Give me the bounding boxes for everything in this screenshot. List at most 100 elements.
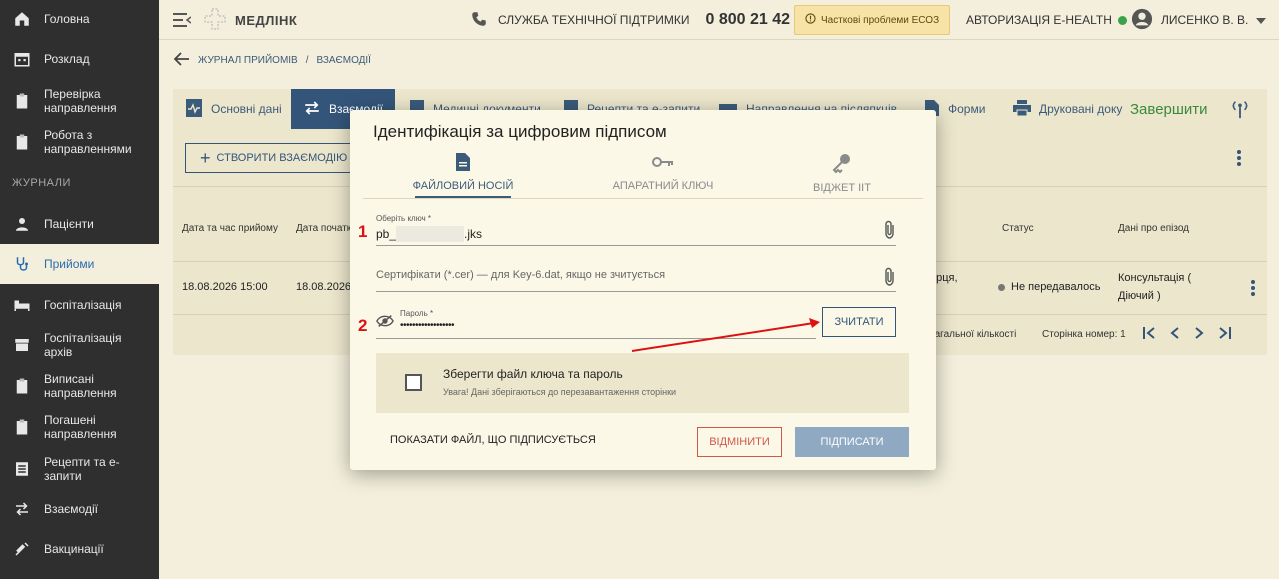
paperclip-icon[interactable] <box>884 267 896 292</box>
sidebar-item-label: Прийоми <box>44 257 95 271</box>
warning-text: Часткові проблеми ЕСОЗ <box>821 14 940 26</box>
paperclip-icon[interactable] <box>884 220 896 245</box>
sidebar-item-hospitalization[interactable]: Госпіталізація <box>0 294 159 316</box>
row-more-icon[interactable] <box>1250 268 1256 308</box>
phone-icon <box>470 10 488 31</box>
last-page-icon[interactable] <box>1218 327 1232 342</box>
printer-icon <box>1013 99 1031 119</box>
sidebar-item-label: Погашені направлення <box>44 413 117 441</box>
col-header-date[interactable]: Дата та час прийому <box>182 223 278 234</box>
read-button[interactable]: ЗЧИТАТИ <box>822 307 896 337</box>
key-icon <box>652 152 674 175</box>
sidebar-item-referrals-work[interactable]: Робота з направленнями <box>0 127 159 157</box>
tab-iit-widget[interactable]: ВІДЖЕТ ІІТ <box>762 152 922 198</box>
pager-total: загальної кількості <box>930 329 1017 340</box>
breadcrumb-separator: / <box>305 55 309 66</box>
support-label: СЛУЖБА ТЕХНІЧНОЇ ПІДТРИМКИ <box>498 13 690 27</box>
save-key-note: Увага! Дані зберігаються до перезавантаж… <box>443 387 677 397</box>
sidebar-item-patients[interactable]: Пацієнти <box>0 213 159 235</box>
sidebar-item-issued-referrals[interactable]: Виписані направлення <box>0 371 159 401</box>
more-vert-icon[interactable] <box>1236 138 1242 178</box>
key-file-field[interactable]: Оберіть ключ * pb_ .jks <box>376 214 896 246</box>
document-pulse-icon <box>185 98 203 121</box>
signal-icon[interactable] <box>1229 89 1251 129</box>
archive-icon <box>12 335 32 355</box>
sidebar: Головна Розклад Перевірка направлення Ро… <box>0 0 159 579</box>
home-icon <box>12 9 32 29</box>
plus-icon: + <box>200 148 211 168</box>
file-icon <box>455 152 471 175</box>
breadcrumb-link[interactable]: ЖУРНАЛ ПРИЙОМІВ <box>198 55 298 66</box>
status-badge: Не передавалось <box>998 281 1100 293</box>
tab-file-carrier[interactable]: ФАЙЛОВИЙ НОСІЙ <box>383 152 543 198</box>
sidebar-item-label: Пацієнти <box>44 217 94 231</box>
cell-status: Не передавалось <box>1011 281 1101 293</box>
create-interaction-button[interactable]: + СТВОРИТИ ВЗАЄМОДІЮ <box>185 143 365 173</box>
sidebar-item-label: Розклад <box>44 52 90 66</box>
warning-badge-wrap: Часткові проблеми ЕСОЗ <box>794 0 951 40</box>
col-header-episode[interactable]: Дані про епізод <box>1118 223 1189 234</box>
ehealth-status[interactable]: АВТОРИЗАЦІЯ E-HEALTH <box>966 0 1127 40</box>
sidebar-item-appointments[interactable]: Прийоми <box>0 244 159 284</box>
key-file-value: pb_ .jks <box>376 226 896 242</box>
sidebar-item-label: Вакцинації <box>44 542 104 556</box>
certificates-placeholder: Сертифікати (*.cer) — для Key-6.dat, якщ… <box>376 269 666 281</box>
breadcrumb: ЖУРНАЛ ПРИЙОМІВ / ВЗАЄМОДІЇ <box>173 52 371 69</box>
chevron-down-icon <box>1256 13 1267 27</box>
first-page-icon[interactable] <box>1142 327 1156 342</box>
col-header-start[interactable]: Дата початк <box>296 223 351 234</box>
menu-toggle-icon[interactable] <box>173 0 191 40</box>
tab-printed-docs[interactable]: Друковані доку <box>1013 89 1122 129</box>
finish-button[interactable]: Завершити <box>1130 89 1208 129</box>
divider <box>363 198 923 199</box>
field-label: Оберіть ключ * <box>376 214 432 223</box>
syringe-icon <box>12 539 32 559</box>
key-icon <box>832 152 852 177</box>
save-key-checkbox[interactable] <box>405 374 422 391</box>
tab-label: Основні дані <box>211 102 282 116</box>
sidebar-item-prescriptions[interactable]: Рецепти та е-запити <box>0 454 159 484</box>
sidebar-item-home[interactable]: Головна <box>0 8 159 30</box>
cell-episode-status: Діючий ) <box>1118 290 1161 302</box>
clipboard-icon <box>12 376 32 396</box>
sidebar-item-interactions[interactable]: Взаємодії <box>0 498 159 520</box>
cell-episode: Консультація ( <box>1118 272 1192 284</box>
sidebar-item-referral-check[interactable]: Перевірка направлення <box>0 86 159 116</box>
sidebar-item-schedule[interactable]: Розклад <box>0 48 159 70</box>
create-button-label: СТВОРИТИ ВЗАЄМОДІЮ <box>216 152 348 164</box>
app-logo[interactable]: МЕДЛІНК <box>203 0 297 40</box>
sidebar-item-vaccinations[interactable]: Вакцинації <box>0 538 159 560</box>
sidebar-item-label: Взаємодії <box>44 502 98 516</box>
tab-label: АПАРАТНИЙ КЛЮЧ <box>612 180 714 192</box>
support-info: СЛУЖБА ТЕХНІЧНОЇ ПІДТРИМКИ 0 800 21 42 0… <box>470 0 812 40</box>
eye-off-icon[interactable] <box>376 314 394 333</box>
sidebar-item-label: Виписані направлення <box>44 372 117 400</box>
user-name: ЛИСЕНКО В. В. <box>1161 13 1249 27</box>
show-file-link[interactable]: ПОКАЗАТИ ФАЙЛ, ЩО ПІДПИСУЄТЬСЯ <box>390 434 596 446</box>
back-arrow-icon[interactable] <box>173 52 190 69</box>
col-header-status[interactable]: Статус <box>1002 223 1034 234</box>
warning-badge[interactable]: Часткові проблеми ЕСОЗ <box>794 5 951 35</box>
sign-button[interactable]: ПІДПИСАТИ <box>795 427 909 457</box>
redacted-block <box>396 226 465 242</box>
sidebar-item-hospitalization-archive[interactable]: Госпіталізація архів <box>0 331 159 359</box>
cancel-button[interactable]: ВІДМІНИТИ <box>697 427 782 457</box>
key-file-prefix: pb_ <box>376 227 397 241</box>
next-page-icon[interactable] <box>1194 327 1204 342</box>
stethoscope-icon <box>12 254 32 274</box>
swap-icon <box>12 499 32 519</box>
status-dot <box>1117 15 1127 25</box>
tab-main-data[interactable]: Основні дані <box>185 89 282 129</box>
sidebar-item-closed-referrals[interactable]: Погашені направлення <box>0 412 159 442</box>
cell-date: 18.08.2026 15:00 <box>182 281 268 293</box>
sidebar-item-label: Головна <box>44 12 90 26</box>
save-key-option: Зберегти файл ключа та пароль Увага! Дан… <box>376 353 909 413</box>
avatar-icon <box>1131 8 1153 33</box>
tab-label: ВІДЖЕТ ІІТ <box>813 182 871 194</box>
certificates-field[interactable]: Сертифікати (*.cer) — для Key-6.dat, якщ… <box>376 262 896 292</box>
prev-page-icon[interactable] <box>1170 327 1180 342</box>
user-menu[interactable]: ЛИСЕНКО В. В. <box>1131 0 1267 40</box>
cell-start: 18.08.2026 <box>296 281 352 293</box>
tab-hardware-key[interactable]: АПАРАТНИЙ КЛЮЧ <box>583 152 743 198</box>
tab-label: Друковані доку <box>1039 102 1123 116</box>
